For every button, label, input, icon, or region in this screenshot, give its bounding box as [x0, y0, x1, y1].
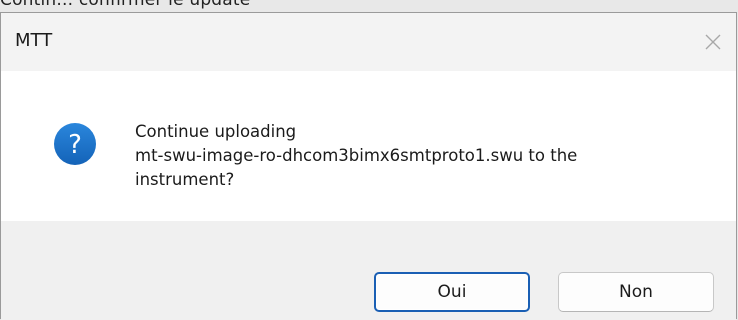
confirm-dialog: MTT ? Continue uploading mt-swu-image-ro… — [0, 12, 737, 320]
message-line: instrument? — [135, 170, 235, 189]
message-line: Continue uploading — [135, 122, 297, 141]
dialog-titlebar: MTT — [1, 13, 736, 71]
background-partial-text: Contin... confirmer le update — [0, 0, 251, 10]
message-line: mt-swu-image-ro-dhcom3bimx6smtproto1.swu… — [135, 146, 578, 165]
dialog-title: MTT — [15, 30, 53, 51]
yes-button[interactable]: Oui — [374, 272, 530, 312]
dialog-content: ? Continue uploading mt-swu-image-ro-dhc… — [1, 71, 736, 221]
svg-text:?: ? — [68, 130, 82, 160]
dialog-message: Continue uploading mt-swu-image-ro-dhcom… — [135, 120, 715, 192]
no-button[interactable]: Non — [558, 272, 714, 312]
close-icon — [705, 34, 721, 50]
question-icon: ? — [54, 123, 96, 165]
close-button[interactable] — [690, 13, 736, 71]
dialog-footer: Oui Non — [1, 221, 736, 320]
